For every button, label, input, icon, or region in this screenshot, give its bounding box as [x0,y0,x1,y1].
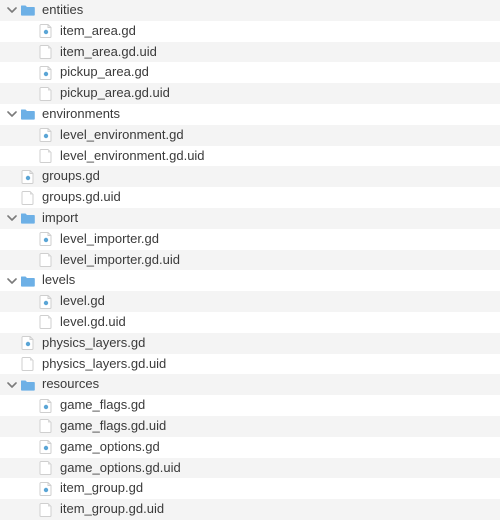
tree-row-n1[interactable]: item_area.gd [0,21,500,42]
chevron-down-icon[interactable] [6,275,18,287]
tree-item-label: game_flags.gd [60,395,145,416]
tree-item-label: game_options.gd.uid [60,458,181,479]
tree-row-n17[interactable]: physics_layers.gd.uid [0,354,500,375]
tree-row-n14[interactable]: level.gd [0,291,500,312]
tree-item-label: level_environment.gd [60,125,184,146]
folder-icon [20,106,36,122]
tree-row-n19[interactable]: game_flags.gd [0,395,500,416]
tree-row-n5[interactable]: environments [0,104,500,125]
tree-item-label: level_importer.gd [60,229,159,250]
tree-item-label: entities [42,0,83,21]
folder-icon [20,377,36,393]
tree-row-n16[interactable]: physics_layers.gd [0,333,500,354]
tree-row-n18[interactable]: resources [0,374,500,395]
tree-row-n4[interactable]: pickup_area.gd.uid [0,83,500,104]
tree-item-label: physics_layers.gd.uid [42,354,166,375]
folder-icon [20,273,36,289]
script-file-icon [38,23,54,39]
tree-item-label: item_group.gd [60,478,143,499]
tree-item-label: item_group.gd.uid [60,499,164,520]
script-file-icon [38,398,54,414]
tree-item-label: levels [42,270,75,291]
disclosure-spacer [6,171,18,183]
tree-item-label: level_importer.gd.uid [60,250,180,271]
file-icon [38,86,54,102]
file-icon [20,190,36,206]
tree-row-n10[interactable]: import [0,208,500,229]
script-file-icon [38,127,54,143]
tree-item-label: import [42,208,78,229]
tree-row-n20[interactable]: game_flags.gd.uid [0,416,500,437]
script-file-icon [38,231,54,247]
file-icon [38,418,54,434]
file-icon [38,460,54,476]
tree-item-label: pickup_area.gd.uid [60,83,170,104]
script-file-icon [38,481,54,497]
tree-item-label: game_options.gd [60,437,160,458]
tree-item-label: level.gd [60,291,105,312]
disclosure-spacer [6,358,18,370]
tree-row-n8[interactable]: groups.gd [0,166,500,187]
file-icon [38,44,54,60]
file-icon [38,314,54,330]
disclosure-spacer [6,192,18,204]
script-file-icon [20,335,36,351]
tree-row-n7[interactable]: level_environment.gd.uid [0,146,500,167]
tree-row-n13[interactable]: levels [0,270,500,291]
chevron-down-icon[interactable] [6,379,18,391]
tree-row-n12[interactable]: level_importer.gd.uid [0,250,500,271]
tree-item-label: item_area.gd [60,21,136,42]
tree-row-n11[interactable]: level_importer.gd [0,229,500,250]
tree-item-label: resources [42,374,99,395]
tree-item-label: item_area.gd.uid [60,42,157,63]
script-file-icon [38,65,54,81]
file-icon [38,502,54,518]
tree-row-n24[interactable]: item_group.gd.uid [0,499,500,520]
tree-item-label: game_flags.gd.uid [60,416,166,437]
script-file-icon [38,439,54,455]
tree-row-n21[interactable]: game_options.gd [0,437,500,458]
tree-row-n23[interactable]: item_group.gd [0,478,500,499]
folder-icon [20,2,36,18]
disclosure-spacer [6,337,18,349]
chevron-down-icon[interactable] [6,108,18,120]
tree-item-label: level.gd.uid [60,312,126,333]
tree-row-n22[interactable]: game_options.gd.uid [0,458,500,479]
tree-row-n6[interactable]: level_environment.gd [0,125,500,146]
tree-item-label: groups.gd [42,166,100,187]
tree-row-n3[interactable]: pickup_area.gd [0,62,500,83]
tree-row-n9[interactable]: groups.gd.uid [0,187,500,208]
tree-row-n2[interactable]: item_area.gd.uid [0,42,500,63]
tree-item-label: environments [42,104,120,125]
script-file-icon [20,169,36,185]
file-icon [38,252,54,268]
file-icon [38,148,54,164]
file-icon [20,356,36,372]
tree-item-label: level_environment.gd.uid [60,146,205,167]
chevron-down-icon[interactable] [6,4,18,16]
tree-row-n0[interactable]: entities [0,0,500,21]
tree-row-n15[interactable]: level.gd.uid [0,312,500,333]
file-tree: entitiesitem_area.gditem_area.gd.uidpick… [0,0,500,520]
tree-item-label: physics_layers.gd [42,333,145,354]
folder-icon [20,210,36,226]
tree-item-label: pickup_area.gd [60,62,149,83]
chevron-down-icon[interactable] [6,212,18,224]
script-file-icon [38,294,54,310]
tree-item-label: groups.gd.uid [42,187,121,208]
